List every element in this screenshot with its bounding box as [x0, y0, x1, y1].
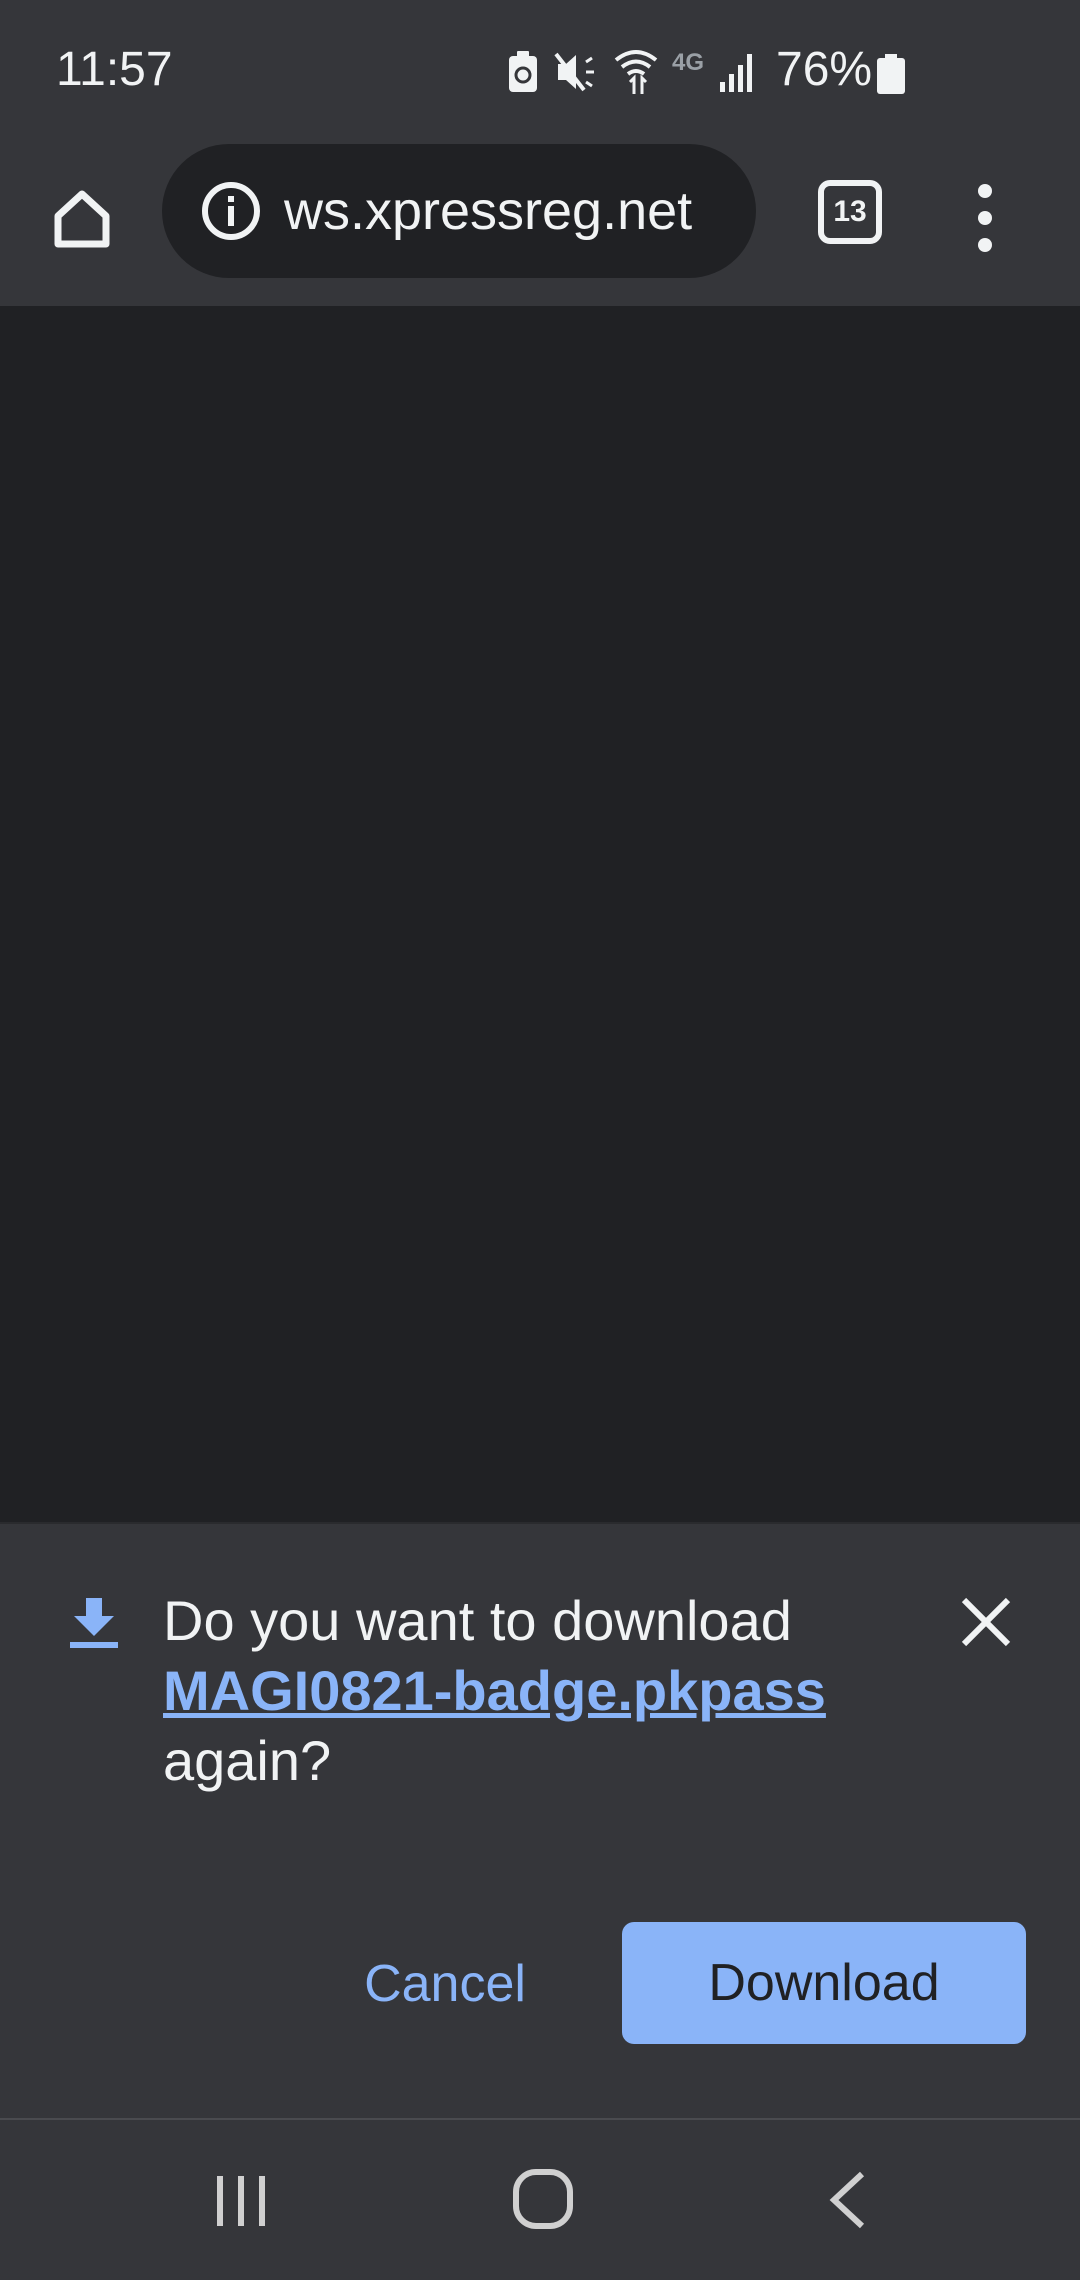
battery-percent: 76% — [776, 43, 873, 96]
status-time: 11:57 — [56, 43, 173, 96]
cancel-button[interactable]: Cancel — [330, 1924, 560, 2044]
home-nav-icon[interactable] — [512, 2168, 574, 2230]
browser-toolbar: ws.xpressreg.net 13 — [0, 140, 1080, 306]
4g-icon: 4G — [672, 49, 705, 76]
download-icon — [66, 1594, 122, 1650]
download-button[interactable]: Download — [622, 1922, 1026, 2044]
battery-icon — [877, 54, 905, 99]
signal-icon — [718, 52, 758, 92]
url-text[interactable]: ws.xpressreg.net — [284, 180, 692, 242]
info-icon[interactable] — [200, 180, 262, 242]
message-suffix: again? — [163, 1729, 332, 1792]
status-bar: 11:57 4G 76% — [0, 0, 1080, 140]
download-prompt: Do you want to download MAGI0821-badge.p… — [0, 1522, 1080, 2120]
back-icon[interactable] — [826, 2170, 868, 2230]
menu-dot — [978, 211, 992, 225]
menu-dot — [978, 238, 992, 252]
download-message: Do you want to download MAGI0821-badge.p… — [163, 1586, 923, 1796]
tabs-button[interactable]: 13 — [818, 180, 882, 244]
home-button[interactable] — [40, 178, 124, 262]
system-nav-bar — [0, 2118, 1080, 2280]
omnibox[interactable]: ws.xpressreg.net — [162, 144, 756, 278]
more-menu-icon[interactable] — [960, 178, 1010, 258]
recents-icon[interactable] — [213, 2172, 269, 2230]
status-icons: 4G — [506, 44, 758, 100]
screen: 11:57 4G 76% ws.xpressreg.net 13 Do you … — [0, 0, 1080, 2280]
home-icon — [50, 186, 114, 255]
close-icon[interactable] — [956, 1592, 1016, 1652]
file-name-link[interactable]: MAGI0821-badge.pkpass — [163, 1659, 826, 1722]
wifi-icon — [614, 48, 658, 96]
battery-saver-icon — [506, 50, 540, 94]
page-content — [0, 306, 1080, 1522]
mute-icon — [554, 50, 600, 94]
message-prefix: Do you want to download — [163, 1589, 792, 1652]
menu-dot — [978, 184, 992, 198]
tab-count: 13 — [833, 195, 867, 228]
